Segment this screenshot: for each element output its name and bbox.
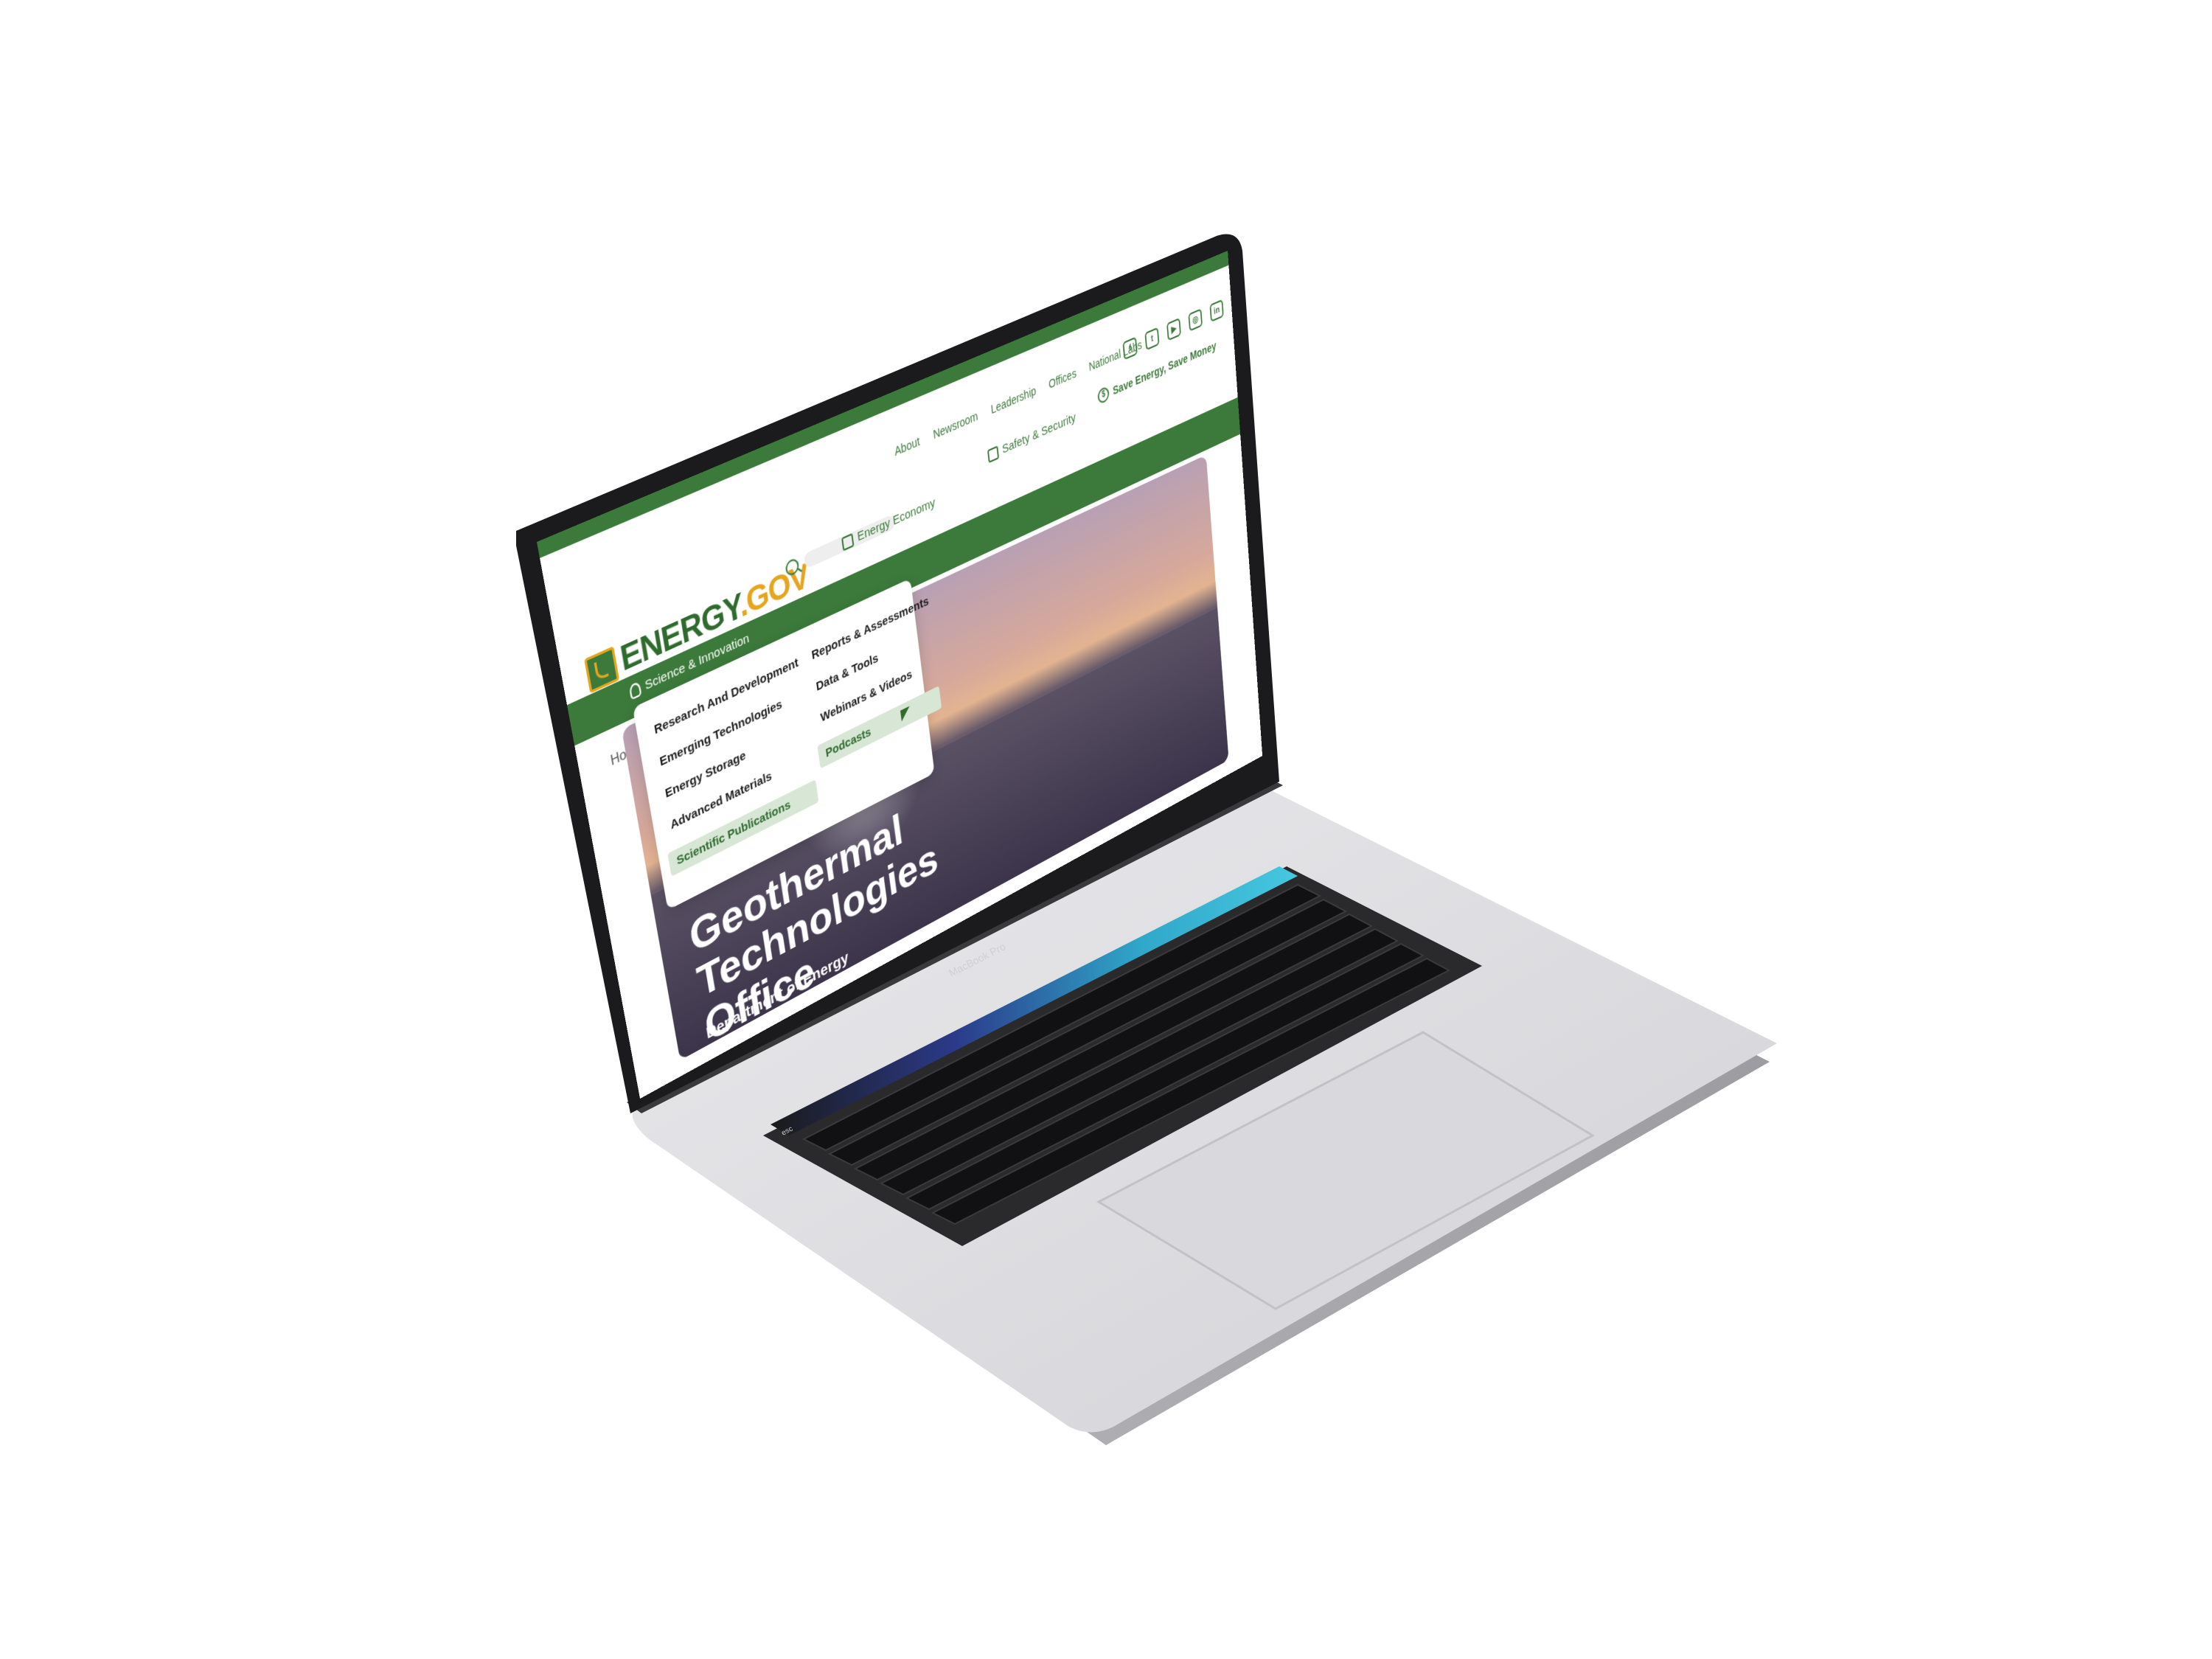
youtube-icon[interactable]: ▶	[1166, 318, 1181, 341]
nav-energy-economy-label: Energy Economy	[857, 495, 936, 544]
instagram-icon[interactable]: ◎	[1188, 308, 1203, 332]
twitter-icon[interactable]: t	[1144, 327, 1159, 351]
nav-safety-security[interactable]: Safety & Security	[987, 411, 1077, 464]
linkedin-icon[interactable]: in	[1209, 299, 1223, 322]
shield-icon	[987, 445, 999, 463]
utility-link-about[interactable]: About	[894, 434, 920, 459]
dropdown-column-1: Research And Development Emerging Techno…	[653, 655, 818, 873]
utility-link-newsroom[interactable]: Newsroom	[933, 409, 979, 442]
menu-item-podcasts[interactable]: Podcasts	[817, 686, 942, 768]
utility-link-offices[interactable]: Offices	[1048, 366, 1077, 392]
menu-item-data-tools[interactable]: Data & Tools	[815, 625, 933, 694]
mockup-stage: esc MacBook Pro About Newsroom Leadershi…	[0, 0, 2212, 1659]
chart-icon	[841, 532, 854, 551]
dropdown-column-2: Reports & Assessments Data & Tools Webin…	[811, 594, 942, 765]
dollar-icon: $	[1097, 386, 1110, 405]
utility-link-leadership[interactable]: Leadership	[990, 383, 1037, 416]
nav-safety-security-label: Safety & Security	[1001, 411, 1076, 457]
facebook-icon[interactable]: f	[1122, 336, 1137, 360]
